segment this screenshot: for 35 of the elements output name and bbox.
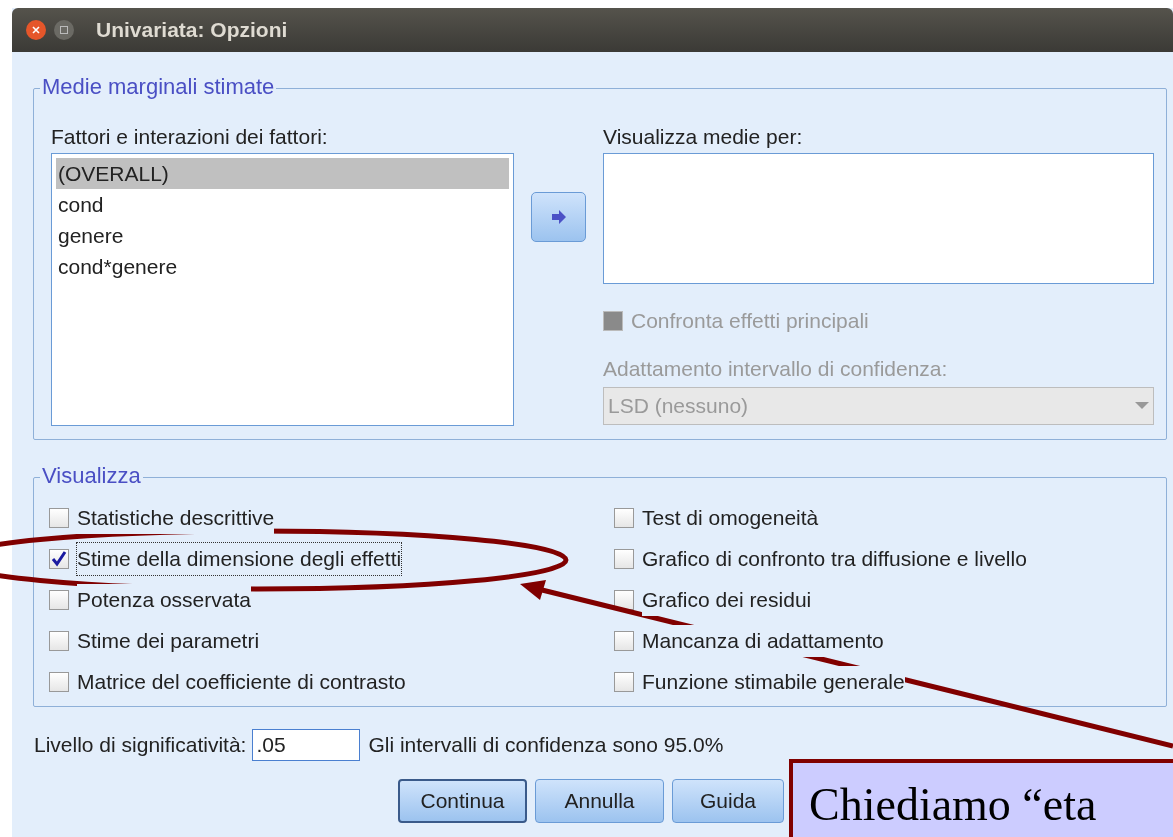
checkbox[interactable] xyxy=(614,631,634,651)
close-button[interactable] xyxy=(26,20,46,40)
factors-list[interactable]: (OVERALL) cond genere cond*genere xyxy=(51,153,514,426)
move-button[interactable] xyxy=(531,192,586,242)
checkbox[interactable] xyxy=(614,672,634,692)
significance-field[interactable]: .05 xyxy=(252,729,361,761)
list-item[interactable]: (OVERALL) xyxy=(56,158,509,189)
checkbox[interactable] xyxy=(49,508,69,528)
dropdown-caret-icon xyxy=(1135,402,1149,410)
checkbox-label: Stime della dimensione degli effetti xyxy=(77,543,402,575)
checkbox[interactable] xyxy=(49,590,69,610)
window-title: Univariata: Opzioni xyxy=(96,17,288,44)
confidence-note: Gli intervalli di confidenza sono 95.0% xyxy=(368,732,724,759)
list-item[interactable]: genere xyxy=(56,220,509,251)
maximize-button[interactable] xyxy=(54,20,74,40)
checkbox[interactable] xyxy=(614,549,634,569)
checkbox[interactable] xyxy=(49,672,69,692)
checkbox[interactable] xyxy=(614,508,634,528)
checkbox[interactable] xyxy=(614,590,634,610)
dialog-button[interactable]: Continua xyxy=(398,779,527,823)
checkbox-label: Mancanza di adattamento xyxy=(642,625,884,657)
checkbox-label: Confronta effetti principali xyxy=(631,308,869,334)
dialog-button[interactable]: Guida xyxy=(672,779,784,823)
field-label: Adattamento intervallo di confidenza: xyxy=(603,356,948,382)
dialog-button[interactable]: Annulla xyxy=(535,779,664,823)
callout-box: Chiediamo “eta xyxy=(789,759,1173,837)
close-icon xyxy=(32,26,40,34)
checkbox[interactable] xyxy=(49,549,69,569)
list-label: Fattori e interazioni dei fattori: xyxy=(51,124,328,150)
list-item[interactable]: cond xyxy=(56,189,509,220)
list-label: Visualizza medie per: xyxy=(603,124,803,150)
field-label: Livello di significatività: xyxy=(34,732,247,759)
checkbox[interactable] xyxy=(49,631,69,651)
arrow-right-icon xyxy=(550,210,567,224)
list-item[interactable]: cond*genere xyxy=(56,251,509,282)
